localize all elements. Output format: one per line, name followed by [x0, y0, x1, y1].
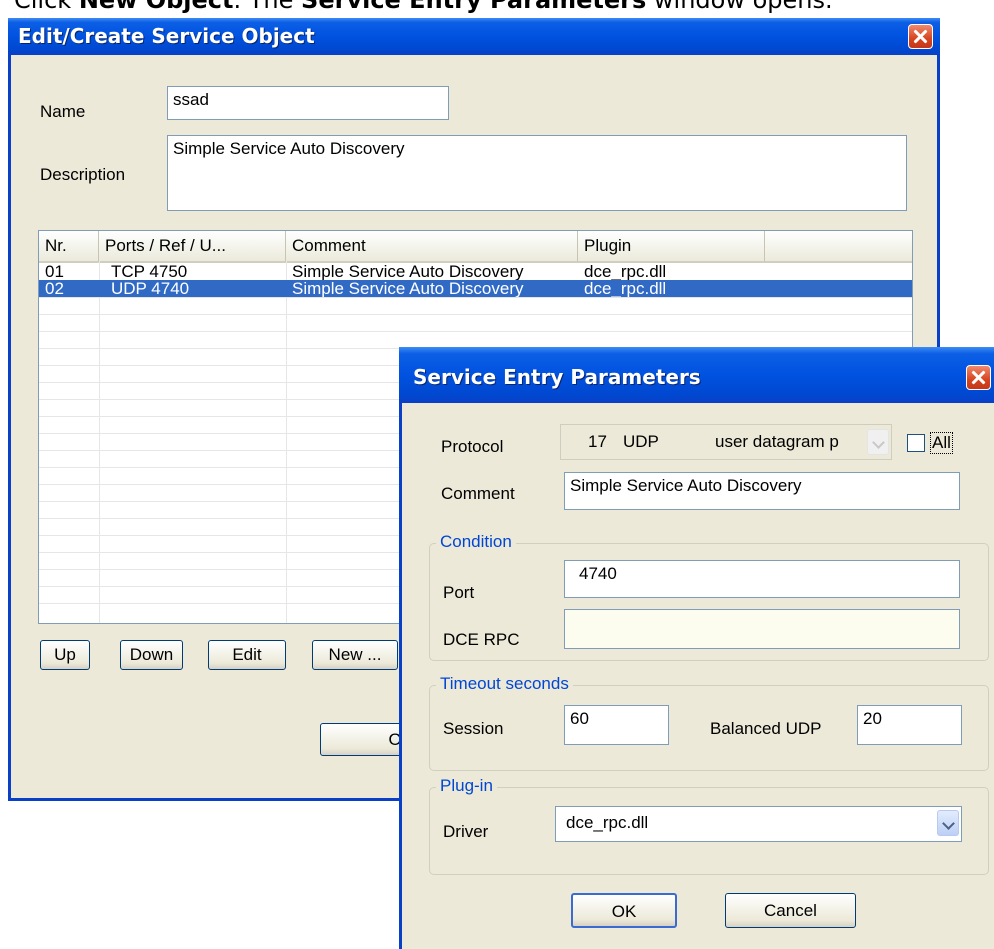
- protocol-select[interactable]: 17 UDP user datagram p: [560, 424, 892, 460]
- service-entry-close-icon[interactable]: [966, 365, 991, 390]
- condition-group-title: Condition: [436, 532, 516, 552]
- edit-window-titlebar: Edit/Create Service Object: [8, 18, 940, 55]
- session-label: Session: [443, 719, 504, 738]
- edit-window-close-icon[interactable]: [908, 24, 933, 49]
- service-entry-cancel-button[interactable]: Cancel: [725, 893, 856, 928]
- down-button[interactable]: Down: [120, 640, 183, 670]
- session-input[interactable]: 60: [564, 705, 669, 745]
- instruction-caption-text: Click New Object. The Service Entry Para…: [14, 0, 833, 14]
- protocol-name: UDP: [623, 432, 659, 451]
- row-comment: Simple Service Auto Discovery: [292, 280, 524, 297]
- timeout-seconds-group-title: Timeout seconds: [436, 674, 573, 694]
- protocol-description: user datagram p: [715, 432, 839, 451]
- description-label: Description: [40, 165, 126, 184]
- all-checkbox[interactable]: [907, 434, 925, 452]
- comment-input[interactable]: Simple Service Auto Discovery: [564, 472, 960, 510]
- row-ports: UDP 4740: [111, 280, 190, 297]
- table-row[interactable]: 01 TCP 4750 Simple Service Auto Discover…: [39, 263, 912, 280]
- new-button[interactable]: New ...: [312, 640, 398, 670]
- balanced-udp-input[interactable]: 20: [857, 705, 962, 745]
- edit-window-title: Edit/Create Service Object: [18, 24, 315, 48]
- column-header-comment[interactable]: Comment: [286, 231, 578, 261]
- service-entry-titlebar: Service Entry Parameters: [399, 347, 994, 403]
- description-textarea[interactable]: Simple Service Auto Discovery: [167, 135, 907, 211]
- port-label: Port: [443, 583, 475, 602]
- service-entry-title: Service Entry Parameters: [413, 365, 701, 389]
- row-ports: TCP 4750: [111, 263, 188, 280]
- plugin-group-title: Plug-in: [436, 776, 497, 796]
- name-label: Name: [40, 102, 86, 121]
- driver-dropdown-arrow-icon[interactable]: [937, 810, 959, 836]
- port-input[interactable]: 4740: [564, 560, 960, 598]
- row-comment: Simple Service Auto Discovery: [292, 263, 524, 280]
- all-checkbox-label[interactable]: All: [930, 432, 953, 454]
- row-plugin: dce_rpc.dll: [584, 280, 667, 297]
- service-entry-ok-button[interactable]: OK: [571, 893, 677, 928]
- row-nr: 01: [45, 263, 64, 280]
- column-header-nr[interactable]: Nr.: [39, 231, 99, 261]
- up-button[interactable]: Up: [40, 640, 90, 670]
- protocol-label: Protocol: [441, 437, 504, 456]
- service-entry-parameters-dialog: Service Entry Parameters Protocol 17 UDP…: [399, 347, 994, 949]
- edit-button[interactable]: Edit: [208, 640, 286, 670]
- driver-label: Driver: [443, 822, 489, 841]
- comment-label: Comment: [441, 484, 515, 503]
- column-header-ports[interactable]: Ports / Ref / U...: [99, 231, 286, 261]
- row-nr: 02: [45, 280, 64, 297]
- driver-select[interactable]: dce_rpc.dll: [555, 806, 962, 842]
- list-header: Nr. Ports / Ref / U... Comment Plugin: [39, 231, 912, 263]
- column-header-plugin[interactable]: Plugin: [578, 231, 765, 261]
- instruction-caption: Click New Object. The Service Entry Para…: [0, 0, 994, 14]
- table-row-selected[interactable]: 02 UDP 4740 Simple Service Auto Discover…: [39, 280, 912, 297]
- driver-value: dce_rpc.dll: [566, 813, 649, 832]
- balanced-udp-label: Balanced UDP: [710, 719, 822, 738]
- dce-rpc-input[interactable]: [564, 609, 960, 649]
- row-plugin: dce_rpc.dll: [584, 263, 667, 280]
- name-input[interactable]: ssad: [167, 86, 449, 120]
- dce-rpc-label: DCE RPC: [443, 630, 520, 649]
- protocol-dropdown-arrow-icon: [867, 429, 889, 455]
- protocol-number: 17: [588, 432, 607, 451]
